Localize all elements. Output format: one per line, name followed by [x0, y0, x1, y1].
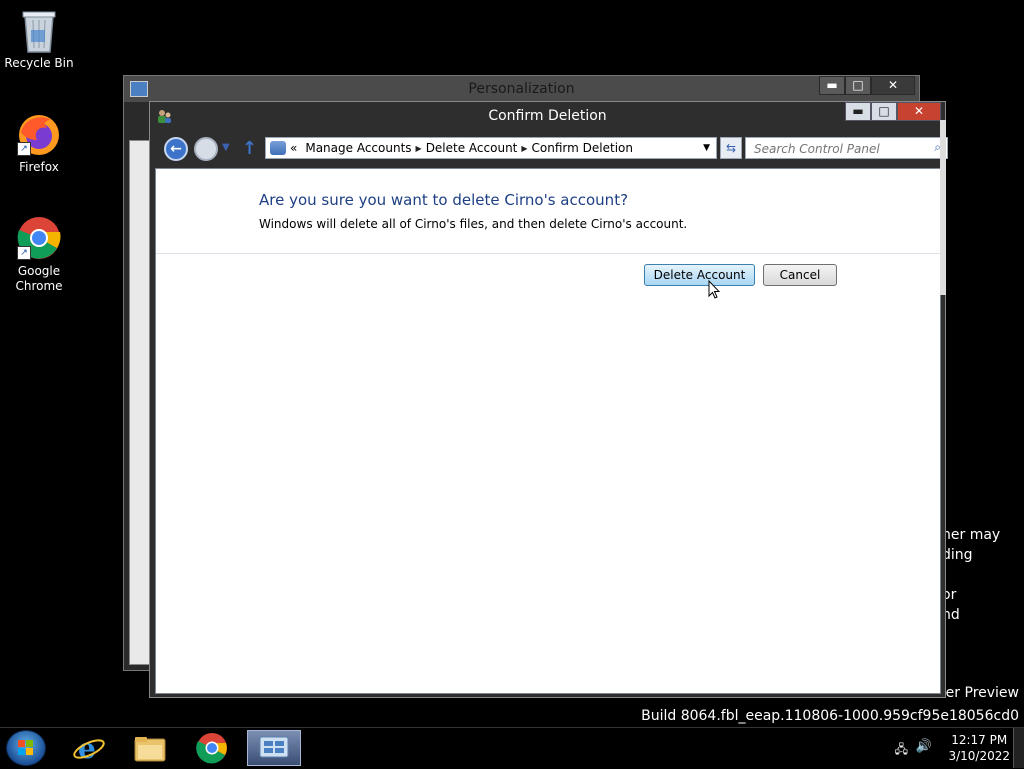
minimize-button[interactable]: ▬ — [819, 76, 845, 95]
back-button[interactable]: ← — [164, 137, 188, 161]
up-arrow-icon[interactable]: ↑ — [242, 138, 257, 159]
chrome-icon — [196, 733, 227, 764]
breadcrumb-item-manage-accounts[interactable]: Manage Accounts — [305, 141, 411, 155]
background-scrollbar — [940, 120, 946, 295]
confirm-deletion-window[interactable]: Confirm Deletion ▬ □ ✕ ← ▼ ↑ « Manage Ac… — [149, 101, 948, 698]
search-box[interactable]: ⌕ — [745, 137, 948, 159]
breadcrumb-item-confirm-deletion[interactable]: Confirm Deletion — [532, 141, 633, 155]
watermark-preview: er Preview — [945, 685, 1019, 701]
recent-pages-dropdown-icon[interactable]: ▼ — [222, 142, 230, 153]
control-panel-icon — [270, 141, 286, 155]
shortcut-arrow-icon: ↗ — [17, 142, 31, 156]
start-button[interactable] — [6, 730, 46, 766]
divider — [156, 253, 940, 254]
desktop-icon-firefox[interactable]: ↗ Firefox — [3, 112, 75, 175]
firefox-icon: ↗ — [17, 112, 61, 156]
clock-date: 3/10/2022 — [948, 749, 1010, 763]
navigation-bar: ← ▼ ↑ « Manage Accounts ▶ Delete Account… — [160, 134, 948, 164]
taskbar-item-file-explorer[interactable] — [125, 730, 175, 766]
breadcrumb-item-delete-account[interactable]: Delete Account — [426, 141, 518, 155]
volume-icon[interactable]: 🔊 — [916, 739, 932, 754]
windows-logo-icon — [18, 740, 34, 756]
forward-button[interactable] — [194, 137, 218, 161]
watermark-build: Build 8064.fbl_eeap.110806-1000.959cf95e… — [641, 708, 1019, 724]
system-tray: 🖧 🔊 12:17 PM 3/10/2022 — [864, 728, 1024, 768]
internet-explorer-icon: e — [73, 732, 105, 765]
shortcut-arrow-icon: ↗ — [17, 246, 31, 260]
taskbar-item-google-chrome[interactable] — [187, 730, 237, 766]
desktop-icon-google-chrome[interactable]: ↗ Google Chrome — [3, 216, 75, 294]
folder-icon — [134, 737, 166, 762]
chrome-icon: ↗ — [17, 216, 61, 260]
maximize-button[interactable]: □ — [871, 102, 897, 121]
desktop-icon-label: Google Chrome — [15, 264, 63, 293]
watermark-line: ner may — [942, 527, 1001, 543]
refresh-icon: ⇆ — [725, 141, 737, 155]
address-bar[interactable]: « Manage Accounts ▶ Delete Account ▶ Con… — [265, 137, 717, 159]
taskbar-item-control-panel[interactable] — [247, 730, 301, 766]
network-icon[interactable]: 🖧 — [895, 740, 908, 761]
window-title: Personalization — [468, 81, 575, 97]
breadcrumb-separator-icon[interactable]: ▶ — [416, 144, 422, 153]
desktop-watermark-text: ner may ding — [942, 525, 1000, 565]
personalization-icon — [130, 81, 148, 97]
maximize-button[interactable]: □ — [845, 76, 871, 95]
show-desktop-button[interactable] — [1013, 728, 1024, 768]
clock[interactable]: 12:17 PM 3/10/2022 — [948, 732, 1010, 764]
desktop-icon-label: Firefox — [19, 160, 59, 174]
close-button[interactable]: ✕ — [897, 102, 941, 121]
taskbar-item-internet-explorer[interactable]: e — [64, 730, 114, 766]
recycle-bin-icon — [17, 8, 61, 53]
minimize-button[interactable]: ▬ — [845, 102, 871, 121]
control-panel-icon — [259, 736, 289, 758]
page-description: Windows will delete all of Cirno's files… — [259, 217, 688, 231]
taskbar: e 🖧 🔊 12:17 PM 3/10/2022 — [0, 727, 1024, 768]
refresh-button[interactable]: ⇆ — [720, 137, 742, 159]
watermark-line: ding — [942, 547, 973, 563]
close-button[interactable]: ✕ — [871, 76, 915, 95]
desktop-icon-label: Recycle Bin — [4, 56, 74, 70]
back-arrow-icon: ← — [170, 141, 182, 157]
desktop-icon-recycle-bin[interactable]: Recycle Bin — [3, 8, 75, 71]
address-dropdown-icon[interactable]: ▼ — [703, 143, 710, 153]
search-input[interactable] — [752, 139, 926, 159]
svg-text:e: e — [78, 732, 96, 765]
delete-account-button[interactable]: Delete Account — [644, 264, 755, 286]
content-pane: Are you sure you want to delete Cirno's … — [155, 168, 941, 694]
cancel-button[interactable]: Cancel — [763, 264, 837, 286]
page-heading: Are you sure you want to delete Cirno's … — [259, 191, 629, 209]
breadcrumb-separator-icon[interactable]: ▶ — [521, 144, 527, 153]
title-bar[interactable]: Confirm Deletion ▬ □ ✕ — [150, 102, 945, 132]
breadcrumb-overflow[interactable]: « — [290, 141, 297, 155]
window-title: Confirm Deletion — [488, 108, 607, 124]
clock-time: 12:17 PM — [951, 733, 1008, 747]
